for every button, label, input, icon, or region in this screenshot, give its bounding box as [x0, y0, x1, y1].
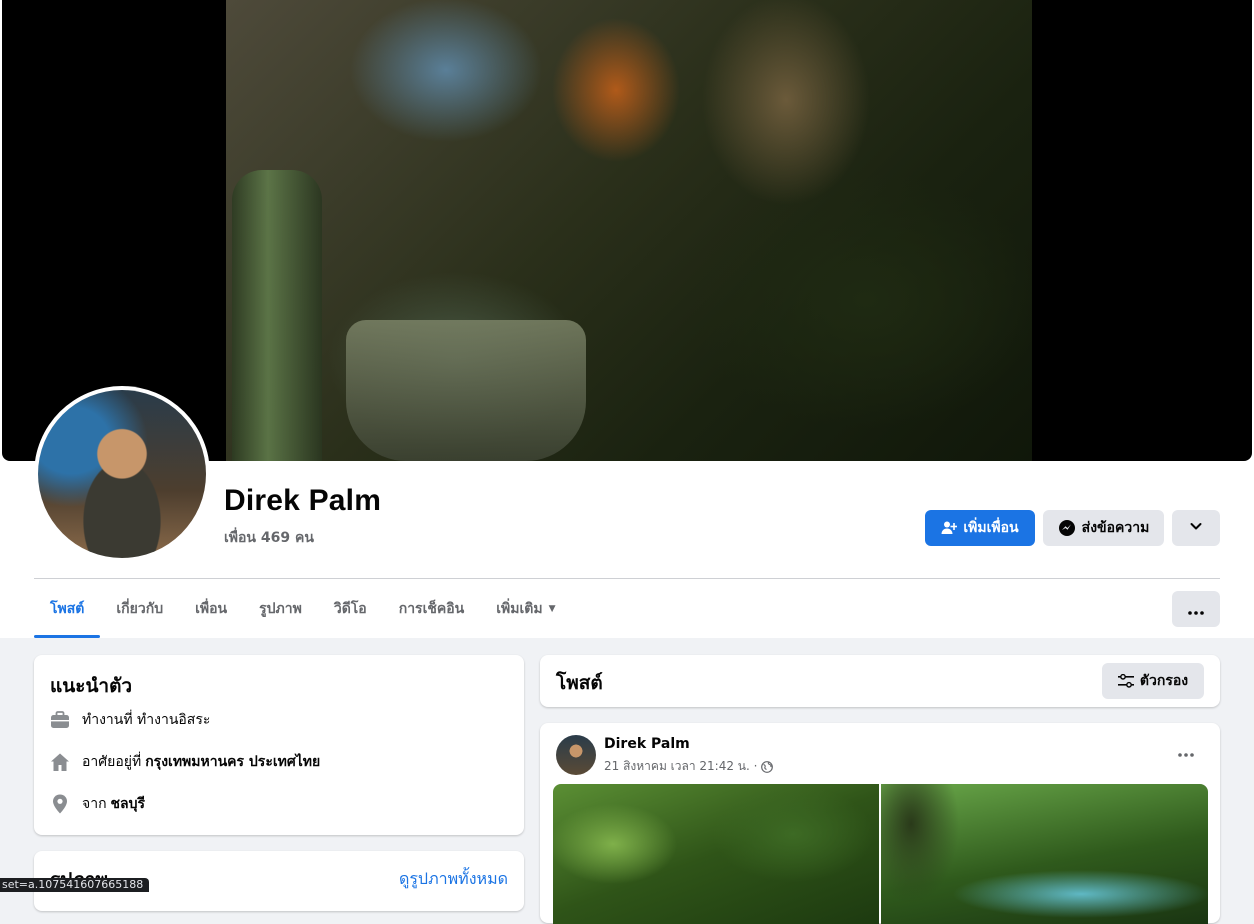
profile-tabs: โพสต์ เกี่ยวกับ เพื่อน รูปภาพ วิดีโอ การ… [34, 580, 572, 638]
posts-header-card: โพสต์ ตัวกรอง [540, 655, 1220, 707]
more-options-button[interactable] [1172, 591, 1220, 627]
profile-options-dropdown[interactable] [1172, 510, 1220, 546]
cover-photo-frame[interactable] [2, 0, 1252, 461]
more-dots-icon [1188, 600, 1204, 619]
intro-lives-value[interactable]: กรุงเทพมหานคร ประเทศไทย [145, 751, 320, 773]
tab-friends-label: เพื่อน [195, 601, 228, 617]
post-timestamp[interactable]: 21 สิงหาคม เวลา 21:42 น. · [604, 757, 757, 776]
add-friend-button[interactable]: เพิ่มเพื่อน [925, 510, 1035, 546]
more-dots-icon [1178, 742, 1194, 761]
cover-photo-detail-bucket [346, 320, 586, 461]
post-meta: 21 สิงหาคม เวลา 21:42 น. · [604, 757, 774, 776]
post-author-avatar[interactable] [556, 735, 596, 775]
status-bar-url: set=a.107541607665188 [0, 878, 150, 892]
tab-about-label: เกี่ยวกับ [116, 601, 164, 617]
profile-header: Direk Palm เพื่อน 469 คน เพิ่มเพื่อน ส่ง… [0, 0, 1254, 638]
filter-button[interactable]: ตัวกรอง [1102, 663, 1204, 699]
friend-count[interactable]: เพื่อน 469 คน [224, 527, 314, 549]
tab-more-label: เพิ่มเติม [496, 601, 543, 617]
post-options-button[interactable] [1168, 739, 1204, 763]
add-friend-icon [941, 520, 958, 536]
intro-lives: อาศัยอยู่ที่ กรุงเทพมหานคร ประเทศไทย [50, 751, 320, 773]
profile-avatar[interactable] [34, 386, 210, 562]
post-photo[interactable] [553, 784, 879, 924]
tab-friends[interactable]: เพื่อน [179, 580, 243, 638]
post-author-name[interactable]: Direk Palm [604, 736, 690, 752]
home-icon [50, 752, 70, 772]
intro-work-text: ทำงานที่ ทำงานอิสระ [82, 712, 211, 728]
cover-photo-detail-bottle [232, 170, 322, 461]
message-label: ส่งข้อความ [1081, 520, 1150, 536]
intro-from-prefix: จาก [82, 796, 107, 812]
tab-checkins-label: การเช็คอิน [398, 601, 465, 617]
globe-icon[interactable] [761, 760, 774, 773]
chevron-down-icon [1189, 519, 1203, 537]
intro-lives-prefix: อาศัยอยู่ที่ [82, 754, 142, 770]
location-pin-icon [50, 794, 70, 814]
message-button[interactable]: ส่งข้อความ [1043, 510, 1164, 546]
tab-about[interactable]: เกี่ยวกับ [100, 580, 179, 638]
tab-posts-label: โพสต์ [50, 601, 85, 617]
post-photo[interactable] [881, 784, 1208, 924]
briefcase-icon [50, 710, 70, 730]
tab-videos-label: วิดีโอ [333, 601, 367, 617]
tab-checkins[interactable]: การเช็คอิน [383, 580, 481, 638]
post-card: Direk Palm 21 สิงหาคม เวลา 21:42 น. · [540, 723, 1220, 924]
messenger-icon [1058, 519, 1076, 537]
tab-posts[interactable]: โพสต์ [34, 580, 101, 638]
intro-work: ทำงานที่ ทำงานอิสระ [50, 709, 210, 731]
filter-icon [1117, 674, 1134, 688]
header-divider [34, 578, 1220, 579]
tab-videos[interactable]: วิดีโอ [318, 580, 383, 638]
filter-label: ตัวกรอง [1139, 673, 1189, 689]
tab-photos-label: รูปภาพ [259, 601, 302, 617]
add-friend-label: เพิ่มเพื่อน [963, 520, 1019, 536]
intro-card: แนะนำตัว ทำงานที่ ทำงานอิสระ อาศัยอยู่ที… [34, 655, 524, 835]
intro-title: แนะนำตัว [50, 675, 133, 697]
tab-more[interactable]: เพิ่มเติม ▼ [480, 580, 571, 638]
tab-photos[interactable]: รูปภาพ [243, 580, 318, 638]
intro-from: จาก ชลบุรี [50, 793, 145, 815]
see-all-photos-link[interactable]: ดูรูปภาพทั้งหมด [399, 867, 508, 892]
intro-from-value[interactable]: ชลบุรี [111, 793, 146, 815]
posts-header-title: โพสต์ [556, 672, 603, 694]
profile-avatar-image[interactable] [38, 390, 206, 558]
cover-photo[interactable] [226, 0, 1032, 461]
profile-name: Direk Palm [224, 484, 382, 517]
caret-down-icon: ▼ [548, 604, 556, 614]
